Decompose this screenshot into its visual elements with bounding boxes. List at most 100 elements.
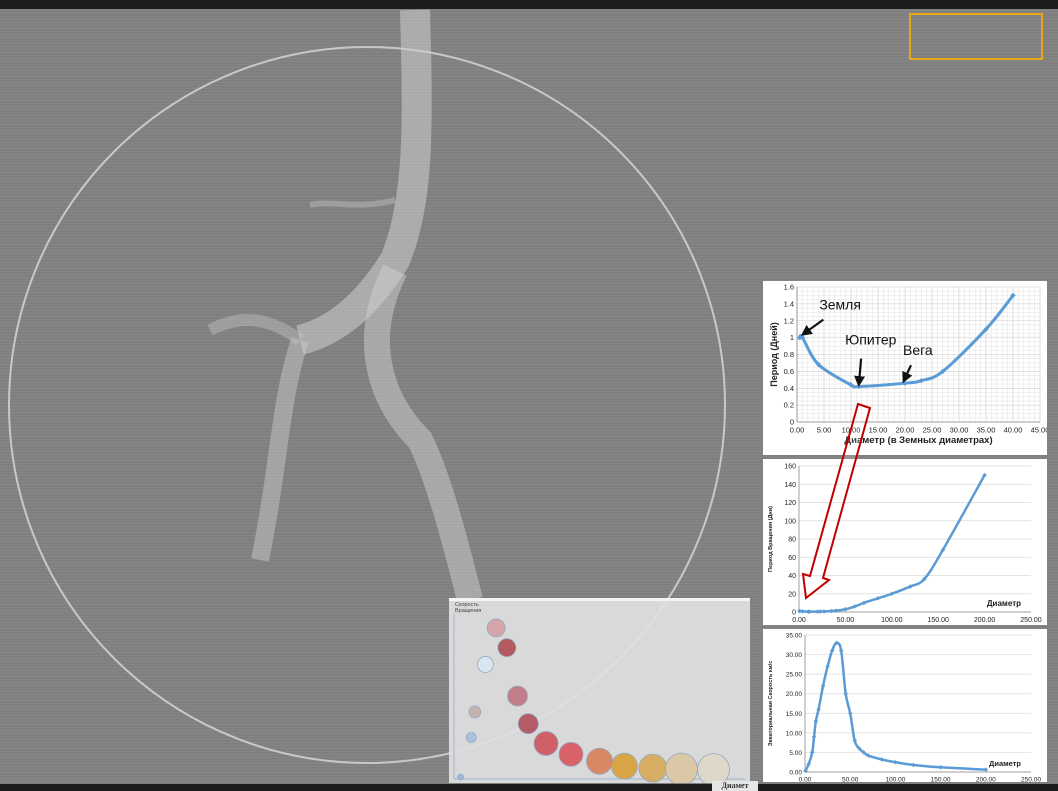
x-tick-label: 45.00 bbox=[1031, 426, 1047, 435]
y-tick-label: 0.8 bbox=[784, 350, 794, 359]
chart-panel-period-vs-diameter: 0 0.2 0.4 0.6 0.8 1 1.2 1.4 1.6 0.00 5.00 10.00 15.0… bbox=[763, 281, 1049, 455]
bubble-point bbox=[477, 656, 494, 673]
y-tick-label: 15.00 bbox=[786, 711, 803, 718]
y-tick-label: 0.00 bbox=[789, 770, 802, 777]
data-point bbox=[911, 762, 916, 768]
chart-panel-bubble: Скорость Вращения bbox=[449, 598, 750, 787]
annotation-label: Юпитер bbox=[845, 332, 897, 348]
bubble-point bbox=[465, 732, 477, 743]
bubble-chart-xlabel: Диамет bbox=[712, 781, 758, 791]
data-point bbox=[821, 609, 827, 614]
y-tick-label: 120 bbox=[784, 500, 796, 507]
y-tick-label: 0.2 bbox=[784, 401, 794, 410]
chart-rotation-period: 0 20 40 60 80 100 120 140 160 0.00 50.00 100.00 150.… bbox=[768, 464, 1042, 625]
bubble-point bbox=[533, 731, 559, 756]
y-tick-label: 20 bbox=[788, 591, 796, 598]
y-tick-label: 60 bbox=[788, 555, 796, 562]
y-tick-label: 10.00 bbox=[786, 730, 803, 737]
bubble-point bbox=[497, 638, 517, 658]
y-tick-label: 160 bbox=[784, 464, 796, 471]
highlight-frame bbox=[909, 13, 1043, 60]
y-tick-label: 0 bbox=[792, 610, 796, 617]
x-tick-label: 150.00 bbox=[931, 777, 951, 783]
x-tick-label: 250.00 bbox=[1021, 777, 1041, 783]
x-tick-label: 25.00 bbox=[923, 426, 942, 435]
bubble-point bbox=[586, 747, 613, 775]
bubble-point bbox=[697, 753, 730, 787]
y-axis-label: Экваториальная Скорость км/с bbox=[768, 661, 774, 747]
x-tick-label: 200.00 bbox=[974, 617, 996, 624]
y-tick-label: 25.00 bbox=[786, 672, 803, 679]
top-bar bbox=[0, 0, 1058, 9]
chart-bubble: СкоростьВращения bbox=[453, 602, 745, 787]
y-tick-label: 1.4 bbox=[784, 299, 794, 308]
y-tick-label: 5.00 bbox=[789, 750, 802, 757]
series-line bbox=[798, 474, 986, 613]
bubble-point bbox=[486, 618, 506, 638]
bubble-point bbox=[665, 752, 698, 786]
data-point bbox=[813, 718, 819, 724]
y-tick-label: 80 bbox=[788, 537, 796, 544]
y-tick-label: 20.00 bbox=[786, 691, 803, 698]
bubble-point bbox=[638, 753, 668, 783]
bubble-point bbox=[507, 685, 528, 707]
vessel-upper-branch bbox=[309, 197, 396, 208]
x-tick-label: 100.00 bbox=[881, 617, 903, 624]
y-tick-label: 0.6 bbox=[784, 367, 794, 376]
x-tick-label: 50.00 bbox=[837, 617, 855, 624]
series-line bbox=[804, 641, 986, 772]
x-tick-label: 100.00 bbox=[885, 777, 905, 783]
x-tick-label: 5.00 bbox=[817, 426, 832, 435]
bubble-point bbox=[457, 773, 464, 781]
annotation-label: Земля bbox=[819, 297, 861, 313]
chart-panel-rotation-period: 0 20 40 60 80 100 120 140 160 0.00 50.00 100.00 150.… bbox=[763, 459, 1047, 625]
x-tick-label: 0.00 bbox=[790, 426, 805, 435]
y-tick-label: 140 bbox=[784, 482, 796, 489]
y-tick-label: 35.00 bbox=[786, 633, 803, 640]
bubble-point bbox=[611, 752, 638, 780]
data-point bbox=[811, 734, 817, 740]
data-point bbox=[829, 608, 834, 614]
x-axis-label: Диаметр bbox=[987, 599, 1021, 608]
vessel-small-branch bbox=[207, 314, 304, 345]
chart-panel-equatorial-speed: 0.00 5.00 10.00 15.00 20.00 25.00 30.00 35.00 0.… bbox=[763, 629, 1047, 784]
dark-slide-background: 0 0.2 0.4 0.6 0.8 1 1.2 1.4 1.6 0.00 5.00 10.00 15.0… bbox=[0, 0, 1058, 791]
x-axis-label: Диаметр bbox=[989, 759, 1021, 768]
data-point bbox=[983, 767, 989, 772]
bubble-point bbox=[517, 713, 539, 735]
x-tick-label: 40.00 bbox=[1004, 426, 1023, 435]
data-point bbox=[902, 380, 908, 386]
x-tick-label: 200.00 bbox=[976, 777, 996, 783]
vessel-right-branch bbox=[364, 264, 483, 604]
x-tick-label: 10.00 bbox=[842, 426, 861, 435]
data-point bbox=[893, 759, 898, 765]
x-tick-label: 0.00 bbox=[799, 777, 812, 783]
data-point bbox=[938, 765, 943, 770]
x-tick-label: 20.00 bbox=[896, 426, 915, 435]
vessel-left-branch bbox=[251, 337, 309, 562]
y-tick-label: 1.2 bbox=[784, 316, 794, 325]
x-axis-label: Диаметр (в Земных диаметрах) bbox=[844, 435, 992, 446]
data-point bbox=[843, 691, 848, 696]
y-tick-label: 1 bbox=[790, 333, 794, 342]
x-tick-label: 30.00 bbox=[950, 426, 969, 435]
y-tick-label: 1.6 bbox=[784, 283, 794, 292]
x-tick-label: 150.00 bbox=[927, 617, 949, 624]
x-tick-label: 50.00 bbox=[842, 777, 859, 783]
y-tick-label: 100 bbox=[784, 518, 796, 525]
y-tick-label: 0.4 bbox=[784, 384, 794, 393]
annotation-arrow bbox=[854, 358, 866, 388]
x-tick-label: 0.00 bbox=[792, 617, 806, 624]
y-axis-label: Период (Дней) bbox=[769, 322, 779, 386]
x-tick-label: 15.00 bbox=[869, 426, 888, 435]
y-tick-label: 40 bbox=[788, 573, 796, 580]
y-tick-label: 30.00 bbox=[786, 652, 803, 659]
chart-period-vs-diameter: 00.20.40.60.811.21.41.60.00 5.00 10.00 15.0… bbox=[769, 283, 1049, 447]
data-point bbox=[800, 609, 805, 614]
bubble-point bbox=[468, 705, 482, 719]
x-tick-label: 250.00 bbox=[1020, 617, 1042, 624]
y-axis-label: Период Вращения (Дни) bbox=[768, 506, 774, 572]
x-tick-label: 35.00 bbox=[977, 426, 996, 435]
annotation-label: Вега bbox=[903, 342, 933, 358]
bubble-title-line: Вращения bbox=[455, 608, 481, 614]
